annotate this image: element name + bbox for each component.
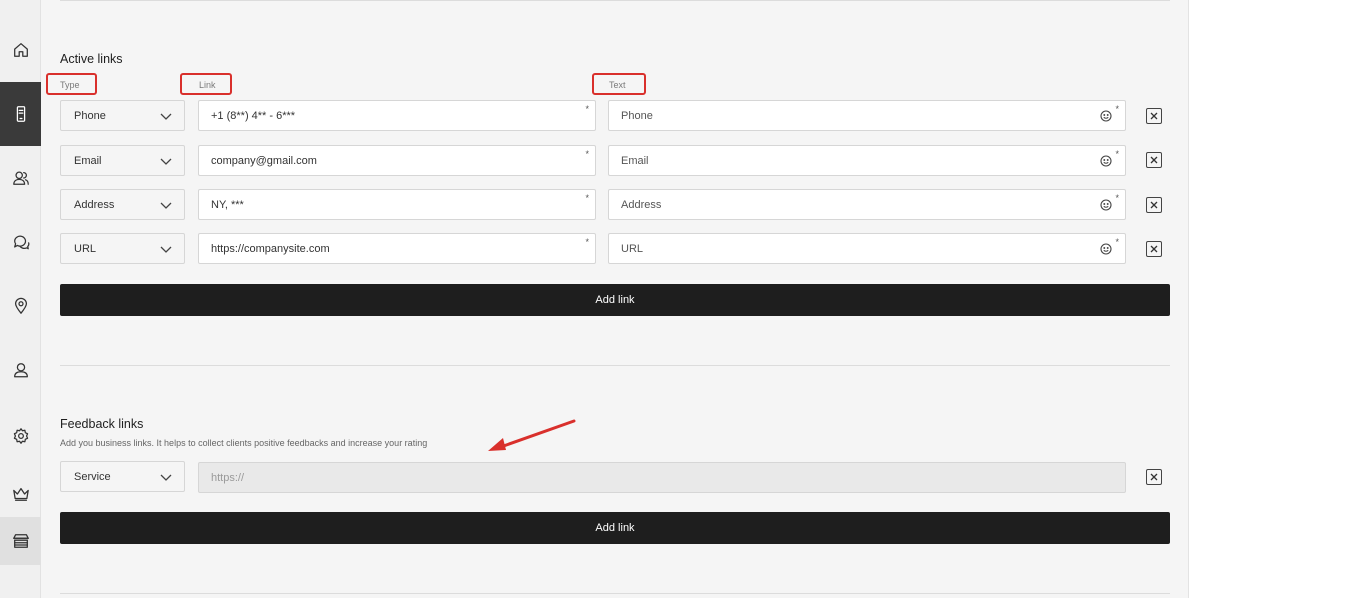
text-input-placeholder: Address [621, 198, 662, 211]
sidebar [0, 0, 41, 598]
sidebar-item-store[interactable] [0, 517, 41, 565]
text-input-placeholder: URL [621, 242, 644, 255]
required-marker: * [1115, 149, 1119, 159]
feedback-links-subtitle: Add you business links. It helps to coll… [60, 438, 428, 448]
emoji-icon[interactable] [1100, 155, 1112, 167]
chevron-down-icon [160, 244, 172, 254]
sidebar-item-messages[interactable] [0, 210, 41, 274]
annotation-box-type [46, 73, 97, 95]
type-select[interactable]: Address [60, 189, 185, 220]
store-icon [12, 534, 29, 548]
link-input[interactable]: company@gmail.com * [198, 145, 596, 176]
required-marker: * [585, 149, 589, 159]
close-icon [1150, 245, 1158, 253]
annotation-box-text [592, 73, 646, 95]
chevron-down-icon [160, 156, 172, 166]
type-select[interactable]: Phone [60, 100, 185, 131]
link-input-value: NY, *** [211, 198, 244, 211]
required-marker: * [585, 193, 589, 203]
chat-icon [13, 235, 29, 250]
remove-feedback-link-button[interactable] [1146, 469, 1162, 485]
text-input[interactable]: Phone * [608, 100, 1126, 131]
crown-icon [12, 487, 29, 501]
close-icon [1150, 201, 1158, 209]
remove-link-button[interactable] [1146, 152, 1162, 168]
settings-icon [13, 428, 28, 444]
required-marker: * [1115, 104, 1119, 114]
close-icon [1150, 473, 1158, 481]
sidebar-item-device[interactable] [0, 82, 41, 146]
feedback-link-placeholder: https:// [211, 471, 245, 484]
type-select[interactable]: Email [60, 145, 185, 176]
text-input[interactable]: Email * [608, 145, 1126, 176]
sidebar-item-profile[interactable] [0, 338, 41, 402]
add-link-button[interactable]: Add link [60, 284, 1170, 316]
text-input-placeholder: Phone [621, 109, 653, 122]
sidebar-item-location[interactable] [0, 274, 41, 338]
chevron-down-icon [160, 200, 172, 210]
sidebar-item-contacts[interactable] [0, 146, 41, 210]
close-icon [1150, 156, 1158, 164]
annotation-arrow-icon [488, 419, 576, 451]
emoji-icon[interactable] [1100, 110, 1112, 122]
link-input[interactable]: https://companysite.com * [198, 233, 596, 264]
mobile-icon [16, 106, 25, 122]
type-select-value: Address [74, 198, 115, 211]
main-panel: Active links Type Link Text Phone +1 (8*… [41, 0, 1189, 598]
location-icon [14, 297, 27, 314]
link-input[interactable]: +1 (8**) 4** - 6*** * [198, 100, 596, 131]
text-input[interactable]: Address * [608, 189, 1126, 220]
required-marker: * [585, 104, 589, 114]
emoji-icon[interactable] [1100, 199, 1112, 211]
link-input-value: company@gmail.com [211, 154, 317, 167]
chevron-down-icon [160, 111, 172, 121]
sidebar-item-home[interactable] [0, 18, 41, 82]
divider [60, 365, 1170, 366]
text-input-placeholder: Email [621, 154, 649, 167]
remove-link-button[interactable] [1146, 197, 1162, 213]
remove-link-button[interactable] [1146, 241, 1162, 257]
type-select-value: Service [74, 470, 111, 483]
add-feedback-link-button[interactable]: Add link [60, 512, 1170, 544]
required-marker: * [1115, 193, 1119, 203]
emoji-icon[interactable] [1100, 243, 1112, 255]
type-select-value: Email [74, 154, 102, 167]
link-input[interactable]: NY, *** * [198, 189, 596, 220]
users-icon [12, 171, 29, 185]
close-icon [1150, 112, 1158, 120]
user-icon [13, 363, 28, 378]
text-input[interactable]: URL * [608, 233, 1126, 264]
required-marker: * [1115, 237, 1119, 247]
feedback-link-input[interactable]: https:// [198, 462, 1126, 493]
feedback-links-title: Feedback links [60, 417, 144, 431]
required-marker: * [585, 237, 589, 247]
remove-link-button[interactable] [1146, 108, 1162, 124]
type-select-value: Phone [74, 109, 106, 122]
active-links-title: Active links [60, 52, 123, 66]
link-input-value: +1 (8**) 4** - 6*** [211, 109, 296, 122]
feedback-type-select[interactable]: Service [60, 461, 185, 492]
type-select[interactable]: URL [60, 233, 185, 264]
type-select-value: URL [74, 242, 97, 255]
link-input-value: https://companysite.com [211, 242, 330, 255]
divider [60, 0, 1170, 1]
sidebar-item-settings[interactable] [0, 404, 41, 468]
annotation-box-link [180, 73, 232, 95]
chevron-down-icon [160, 472, 172, 482]
divider [60, 593, 1170, 594]
home-icon [13, 43, 28, 57]
